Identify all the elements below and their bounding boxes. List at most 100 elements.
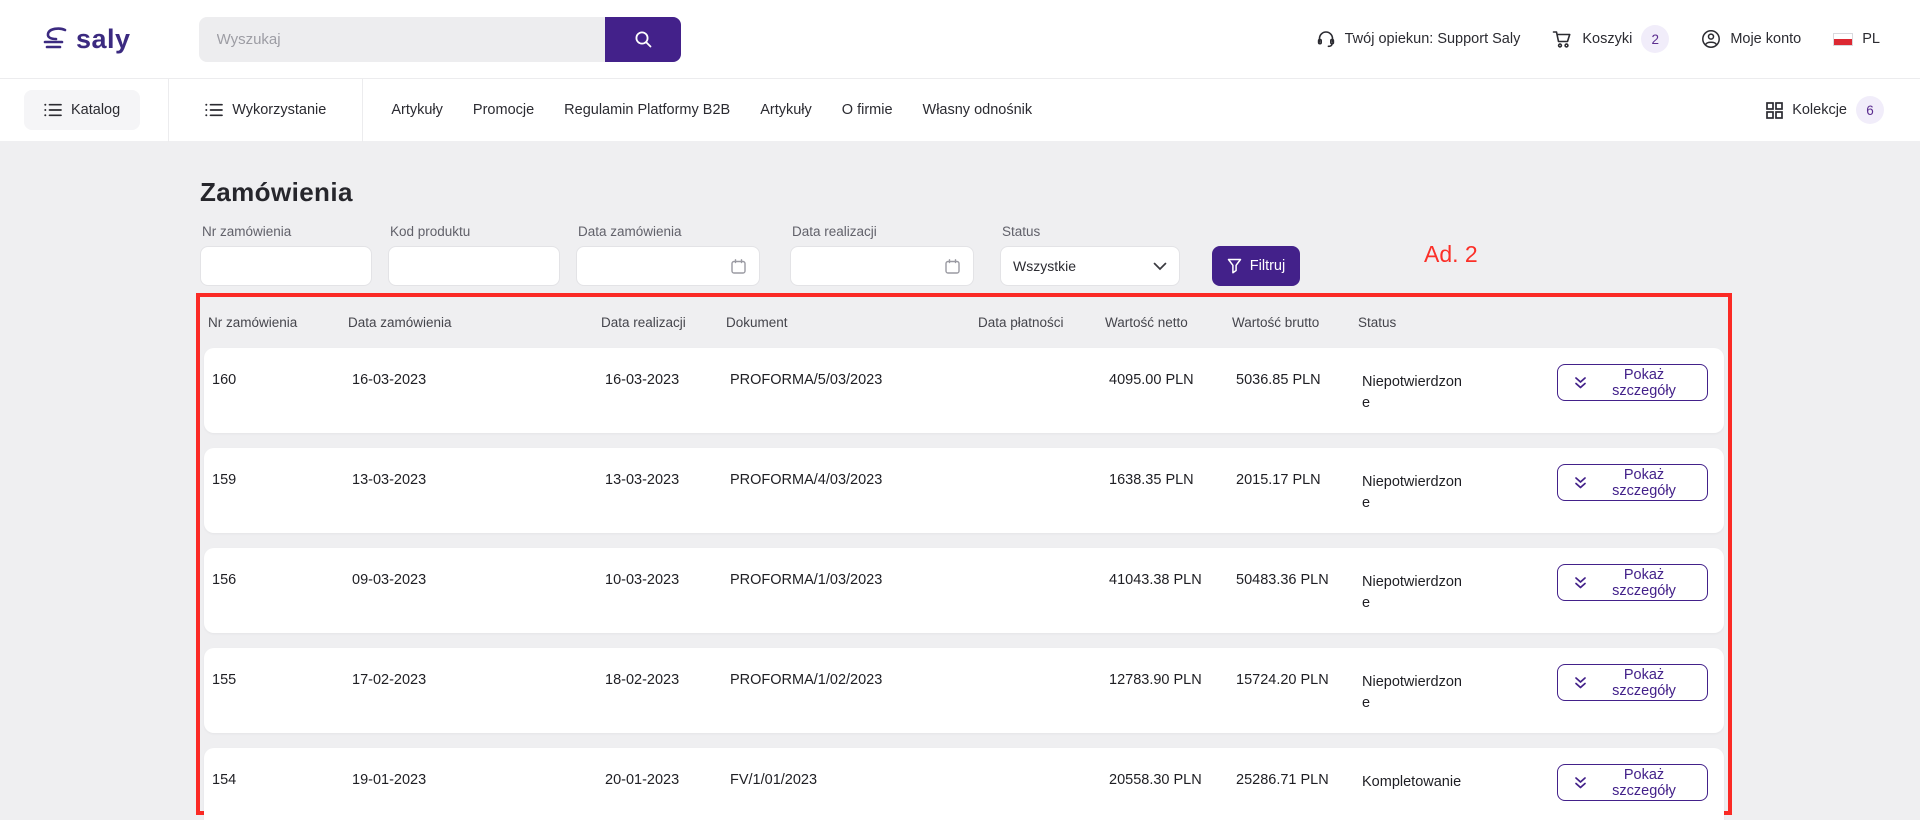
katalog-label: Katalog	[71, 102, 120, 118]
top-right-menu: Twój opiekun: Support Saly Koszyki 2 Moj…	[1316, 25, 1880, 53]
filtruj-label: Filtruj	[1250, 258, 1285, 274]
status-badge: Niepotwierdzone	[1362, 472, 1474, 514]
show-details-button[interactable]: Pokaż szczegóły	[1557, 764, 1708, 801]
list-icon	[44, 103, 62, 117]
headset-icon	[1316, 29, 1336, 49]
table-header-row: Nr zamówienia Data zamówienia Data reali…	[200, 297, 1728, 348]
nav-link-o-firmie[interactable]: O firmie	[842, 102, 893, 118]
cell-netto: 4095.00 PLN	[1109, 372, 1236, 388]
orders-table: Nr zamówienia Data zamówienia Data reali…	[196, 293, 1732, 815]
cell-netto: 41043.38 PLN	[1109, 572, 1236, 588]
nav-link-promocje[interactable]: Promocje	[473, 102, 534, 118]
filter-funnel-icon	[1227, 258, 1242, 274]
list-icon	[205, 103, 223, 117]
nav-link-regulamin[interactable]: Regulamin Platformy B2B	[564, 102, 730, 118]
carts-label: Koszyki	[1582, 31, 1632, 47]
chevron-down-icon	[1153, 262, 1167, 271]
show-details-label: Pokaż szczegóły	[1597, 767, 1691, 799]
show-details-button[interactable]: Pokaż szczegóły	[1557, 564, 1708, 601]
carts-menu[interactable]: Koszyki 2	[1552, 25, 1669, 53]
show-details-label: Pokaż szczegóły	[1597, 467, 1691, 499]
cell-nr: 160	[212, 372, 352, 388]
col-header-status: Status	[1358, 315, 1553, 330]
annotation-ad-2: Ad. 2	[1424, 241, 1478, 268]
logo-text: saly	[76, 24, 131, 55]
col-header-data-zamowienia: Data zamówienia	[348, 315, 601, 330]
show-details-button[interactable]: Pokaż szczegóły	[1557, 464, 1708, 501]
col-header-dokument: Dokument	[726, 315, 978, 330]
cell-dokument: PROFORMA/4/03/2023	[730, 472, 982, 488]
language-label: PL	[1862, 31, 1880, 47]
katalog-button[interactable]: Katalog	[24, 90, 140, 130]
data-realizacji-input[interactable]	[790, 246, 974, 286]
table-row: 155 17-02-2023 18-02-2023 PROFORMA/1/02/…	[204, 648, 1724, 733]
cell-dokument: PROFORMA/1/03/2023	[730, 572, 982, 588]
show-details-label: Pokaż szczegóły	[1597, 667, 1691, 699]
cell-data-realizacji: 18-02-2023	[605, 672, 730, 688]
account-menu[interactable]: Moje konto	[1701, 29, 1801, 49]
cell-brutto: 2015.17 PLN	[1236, 472, 1362, 488]
cell-brutto: 5036.85 PLN	[1236, 372, 1362, 388]
page-title: Zamówienia	[200, 177, 353, 208]
status-badge: Niepotwierdzone	[1362, 672, 1474, 714]
status-badge: Kompletowanie	[1362, 772, 1474, 793]
cell-netto: 1638.35 PLN	[1109, 472, 1236, 488]
double-chevron-down-icon	[1574, 476, 1587, 490]
cell-brutto: 25286.71 PLN	[1236, 772, 1362, 788]
kolekcje-label: Kolekcje	[1792, 102, 1847, 118]
cell-data-realizacji: 20-01-2023	[605, 772, 730, 788]
col-header-nr: Nr zamówienia	[208, 315, 348, 330]
carts-count-badge: 2	[1641, 25, 1669, 53]
cell-data-realizacji: 13-03-2023	[605, 472, 730, 488]
calendar-icon	[730, 258, 747, 275]
status-select[interactable]: Wszystkie	[1000, 246, 1180, 286]
top-bar: saly Twój opiekun: Support Saly	[0, 0, 1920, 78]
col-header-wartosc-netto: Wartość netto	[1105, 315, 1232, 330]
kod-produktu-input[interactable]	[388, 246, 560, 286]
col-header-wartosc-brutto: Wartość brutto	[1232, 315, 1358, 330]
show-details-button[interactable]: Pokaż szczegóły	[1557, 364, 1708, 401]
cell-nr: 159	[212, 472, 352, 488]
cart-logo-icon	[40, 26, 70, 52]
cell-nr: 155	[212, 672, 352, 688]
show-details-label: Pokaż szczegóły	[1597, 367, 1691, 399]
poland-flag-icon	[1833, 33, 1853, 46]
nr-zamowienia-input[interactable]	[200, 246, 372, 286]
user-icon	[1701, 29, 1721, 49]
table-row: 156 09-03-2023 10-03-2023 PROFORMA/1/03/…	[204, 548, 1724, 633]
kod-produktu-label: Kod produktu	[390, 224, 470, 239]
nav-link-artykuly-2[interactable]: Artykuły	[760, 102, 812, 118]
language-selector[interactable]: PL	[1833, 31, 1880, 47]
table-row: 159 13-03-2023 13-03-2023 PROFORMA/4/03/…	[204, 448, 1724, 533]
data-zamowienia-input[interactable]	[576, 246, 760, 286]
grid-icon	[1766, 102, 1783, 119]
cell-data-zamowienia: 16-03-2023	[352, 372, 605, 388]
cell-data-zamowienia: 13-03-2023	[352, 472, 605, 488]
cell-brutto: 15724.20 PLN	[1236, 672, 1362, 688]
table-row: 154 19-01-2023 20-01-2023 FV/1/01/2023 2…	[204, 748, 1724, 820]
cell-data-zamowienia: 19-01-2023	[352, 772, 605, 788]
cell-data-zamowienia: 17-02-2023	[352, 672, 605, 688]
nr-zamowienia-label: Nr zamówienia	[202, 224, 291, 239]
saly-logo[interactable]: saly	[40, 24, 131, 55]
nav-link-wlasny-odnosnik[interactable]: Własny odnośnik	[923, 102, 1033, 118]
cell-data-realizacji: 10-03-2023	[605, 572, 730, 588]
status-badge: Niepotwierdzone	[1362, 572, 1474, 614]
status-selected-value: Wszystkie	[1013, 258, 1076, 274]
kolekcje-menu[interactable]: Kolekcje 6	[1766, 96, 1884, 124]
show-details-button[interactable]: Pokaż szczegóły	[1557, 664, 1708, 701]
cell-dokument: FV/1/01/2023	[730, 772, 982, 788]
main-content: Zamówienia Nr zamówienia Kod produktu Da…	[0, 141, 1920, 820]
support-contact[interactable]: Twój opiekun: Support Saly	[1316, 29, 1521, 49]
search-input[interactable]	[199, 17, 605, 62]
wykorzystanie-menu[interactable]: Wykorzystanie	[205, 102, 326, 118]
support-label: Twój opiekun: Support Saly	[1345, 31, 1521, 47]
filtruj-button[interactable]: Filtruj	[1212, 246, 1300, 286]
cell-nr: 156	[212, 572, 352, 588]
cell-data-realizacji: 16-03-2023	[605, 372, 730, 388]
calendar-icon	[944, 258, 961, 275]
nav-link-artykuly-1[interactable]: Artykuły	[391, 102, 443, 118]
cell-brutto: 50483.36 PLN	[1236, 572, 1362, 588]
search-button[interactable]	[605, 17, 681, 62]
cell-data-zamowienia: 09-03-2023	[352, 572, 605, 588]
